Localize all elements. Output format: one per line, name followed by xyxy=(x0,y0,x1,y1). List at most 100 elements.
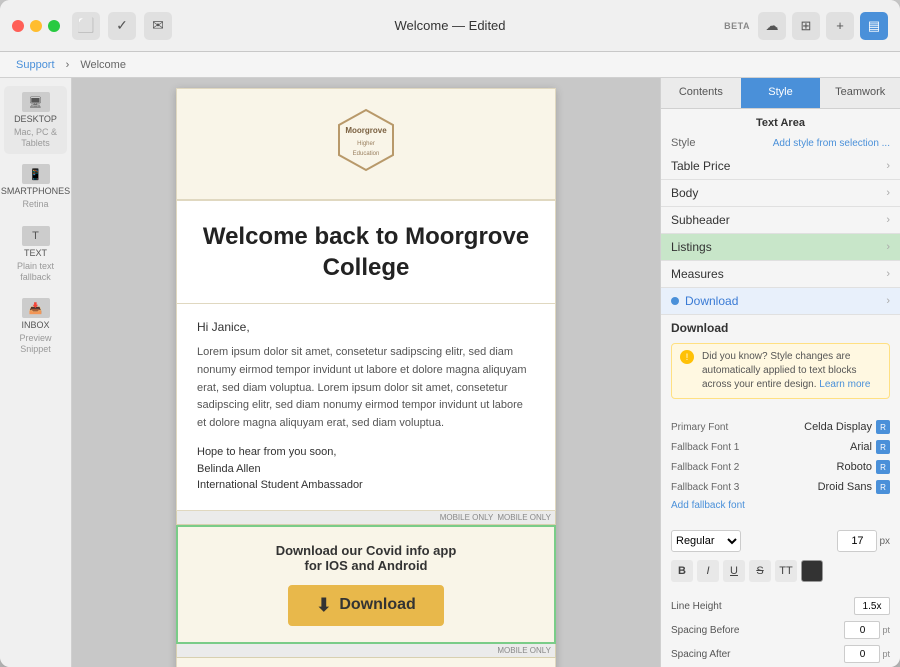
style-list: Table Price › Body › Subheader › Listing… xyxy=(661,153,900,315)
info-text: Did you know? Style changes are automati… xyxy=(702,350,881,392)
tab-contents[interactable]: Contents xyxy=(661,78,741,108)
spacing-before-input[interactable] xyxy=(844,621,880,639)
spacing-after-input[interactable] xyxy=(844,645,880,663)
style-table-price-label: Table Price xyxy=(671,159,730,173)
svg-text:Education: Education xyxy=(353,151,380,157)
email-canvas: Moorgrove Higher Education Welcome back … xyxy=(176,88,556,667)
fullscreen-button[interactable] xyxy=(48,20,60,32)
download-section: Download our Covid info appfor IOS and A… xyxy=(176,525,556,644)
tt-button[interactable]: TT xyxy=(775,560,797,582)
italic-button[interactable]: I xyxy=(697,560,719,582)
window-title: Welcome — Edited xyxy=(394,18,505,33)
send-icon[interactable]: ✉ xyxy=(144,12,172,40)
spacing-before-label: Spacing Before xyxy=(671,625,739,636)
fallback2-font-value: Roboto xyxy=(837,461,872,473)
fallback3-font-btn[interactable]: R xyxy=(876,480,890,494)
email-title: Welcome back to Moorgrove College xyxy=(197,221,535,283)
sidebar-inbox-label: INBOX xyxy=(21,320,49,331)
chevron-right-icon: › xyxy=(886,268,890,280)
logo-hex: Moorgrove Higher Education xyxy=(331,105,401,175)
fallback2-font-row: Fallback Font 2 Roboto R xyxy=(661,457,900,477)
toolbar-right-icons: ☁ ⊞ + ▤ xyxy=(758,12,888,40)
style-item-body[interactable]: Body › xyxy=(661,180,900,207)
style-item-measures[interactable]: Measures › xyxy=(661,261,900,288)
sidebar-desktop-label: DESKTOP xyxy=(14,114,57,125)
add-fallback-link[interactable]: Add fallback font xyxy=(661,497,900,514)
fallback1-font-row: Fallback Font 1 Arial R xyxy=(661,437,900,457)
sidebar-item-smartphones[interactable]: 📱 SMARTPHONES Retina xyxy=(4,158,67,216)
style-item-table-price[interactable]: Table Price › xyxy=(661,153,900,180)
right-panel: Contents Style Teamwork Text Area Style … xyxy=(660,78,900,667)
sidebar-smartphones-label: SMARTPHONES xyxy=(1,186,70,197)
sidebar-text-label: TEXT xyxy=(24,248,47,259)
style-item-download[interactable]: Download › xyxy=(661,288,900,315)
inbox-icon: 📥 xyxy=(22,298,50,318)
download-button[interactable]: ⬇ Download xyxy=(288,585,444,626)
monitor-icon[interactable]: ⬜ xyxy=(72,12,100,40)
fallback1-font-value: Arial xyxy=(850,441,872,453)
style-item-subheader[interactable]: Subheader › xyxy=(661,207,900,234)
sidebar-smartphones-sub: Retina xyxy=(22,199,48,210)
line-height-label: Line Height xyxy=(671,601,722,612)
beta-badge: BETA xyxy=(724,21,750,31)
email-header: Moorgrove Higher Education xyxy=(176,88,556,200)
desktop-icon: 🖥 xyxy=(22,92,50,112)
download-arrow-icon: ⬇ xyxy=(316,595,331,616)
style-label: Style xyxy=(671,137,695,149)
color-swatch[interactable] xyxy=(801,560,823,582)
sidebar-inbox-sub: Preview Snippet xyxy=(8,333,63,355)
titlebar: ⬜ ✓ ✉ Welcome — Edited BETA ☁ ⊞ + ▤ xyxy=(0,0,900,52)
canvas-area[interactable]: Moorgrove Higher Education Welcome back … xyxy=(72,78,660,667)
line-height-input[interactable] xyxy=(854,597,890,615)
tab-teamwork[interactable]: Teamwork xyxy=(820,78,900,108)
font-size-input[interactable] xyxy=(837,530,877,552)
mobile-only-label-3: MOBILE ONLY xyxy=(497,646,551,655)
email-title-section: Welcome back to Moorgrove College xyxy=(176,200,556,304)
close-button[interactable] xyxy=(12,20,24,32)
add-icon[interactable]: + xyxy=(826,12,854,40)
panel-icon[interactable]: ▤ xyxy=(860,12,888,40)
spacing-after-label: Spacing After xyxy=(671,649,730,660)
check-icon[interactable]: ✓ xyxy=(108,12,136,40)
cloud-icon[interactable]: ☁ xyxy=(758,12,786,40)
breadcrumb-support[interactable]: Support xyxy=(16,59,55,71)
main-content: 🖥 DESKTOP Mac, PC & Tablets 📱 SMARTPHONE… xyxy=(0,78,900,667)
style-header-row: Style Add style from selection ... xyxy=(661,133,900,153)
fallback1-font-btn[interactable]: R xyxy=(876,440,890,454)
style-item-listings[interactable]: Listings › xyxy=(661,234,900,261)
sidebar-item-text[interactable]: T TEXT Plain text fallback xyxy=(4,220,67,288)
text-icon: T xyxy=(22,226,50,246)
px-label: px xyxy=(879,536,890,547)
fallback2-font-btn[interactable]: R xyxy=(876,460,890,474)
sidebar-item-desktop[interactable]: 🖥 DESKTOP Mac, PC & Tablets xyxy=(4,86,67,154)
minimize-button[interactable] xyxy=(30,20,42,32)
toolbar-left: ⬜ ✓ ✉ xyxy=(72,12,172,40)
add-style-link[interactable]: Add style from selection ... xyxy=(773,138,890,149)
mobile-only-bar: MOBILE ONLY MOBILE ONLY xyxy=(176,511,556,525)
mobile-only-bar-2: MOBILE ONLY xyxy=(176,644,556,658)
info-icon: ! xyxy=(680,350,694,364)
app-window: ⬜ ✓ ✉ Welcome — Edited BETA ☁ ⊞ + ▤ Supp… xyxy=(0,0,900,667)
active-dot xyxy=(671,297,679,305)
section-title: Text Area xyxy=(661,109,900,133)
primary-font-row: Primary Font Celda Display R xyxy=(661,417,900,437)
email-body-text: Lorem ipsum dolor sit amet, consetetur s… xyxy=(197,344,535,432)
chevron-right-icon: › xyxy=(886,241,890,253)
grid-icon[interactable]: ⊞ xyxy=(792,12,820,40)
tab-style[interactable]: Style xyxy=(741,78,821,108)
style-download-label: Download xyxy=(685,294,738,308)
primary-font-label: Primary Font xyxy=(671,422,728,433)
svg-text:Moorgrove: Moorgrove xyxy=(345,126,387,135)
sidebar-item-inbox[interactable]: 📥 INBOX Preview Snippet xyxy=(4,292,67,360)
font-style-select[interactable]: Regular Bold Italic xyxy=(671,530,741,552)
underline-button[interactable]: U xyxy=(723,560,745,582)
strikethrough-button[interactable]: S xyxy=(749,560,771,582)
chevron-right-icon: › xyxy=(886,160,890,172)
bold-button[interactable]: B xyxy=(671,560,693,582)
learn-more-link[interactable]: Learn more xyxy=(819,379,870,390)
info-box: ! Did you know? Style changes are automa… xyxy=(671,343,890,399)
primary-font-btn[interactable]: R xyxy=(876,420,890,434)
spacing-before-unit: pt xyxy=(882,625,890,635)
footer-section: Your time at Moorgrove Nuntius stallions xyxy=(176,658,556,667)
breadcrumb: Support › Welcome xyxy=(0,52,900,78)
